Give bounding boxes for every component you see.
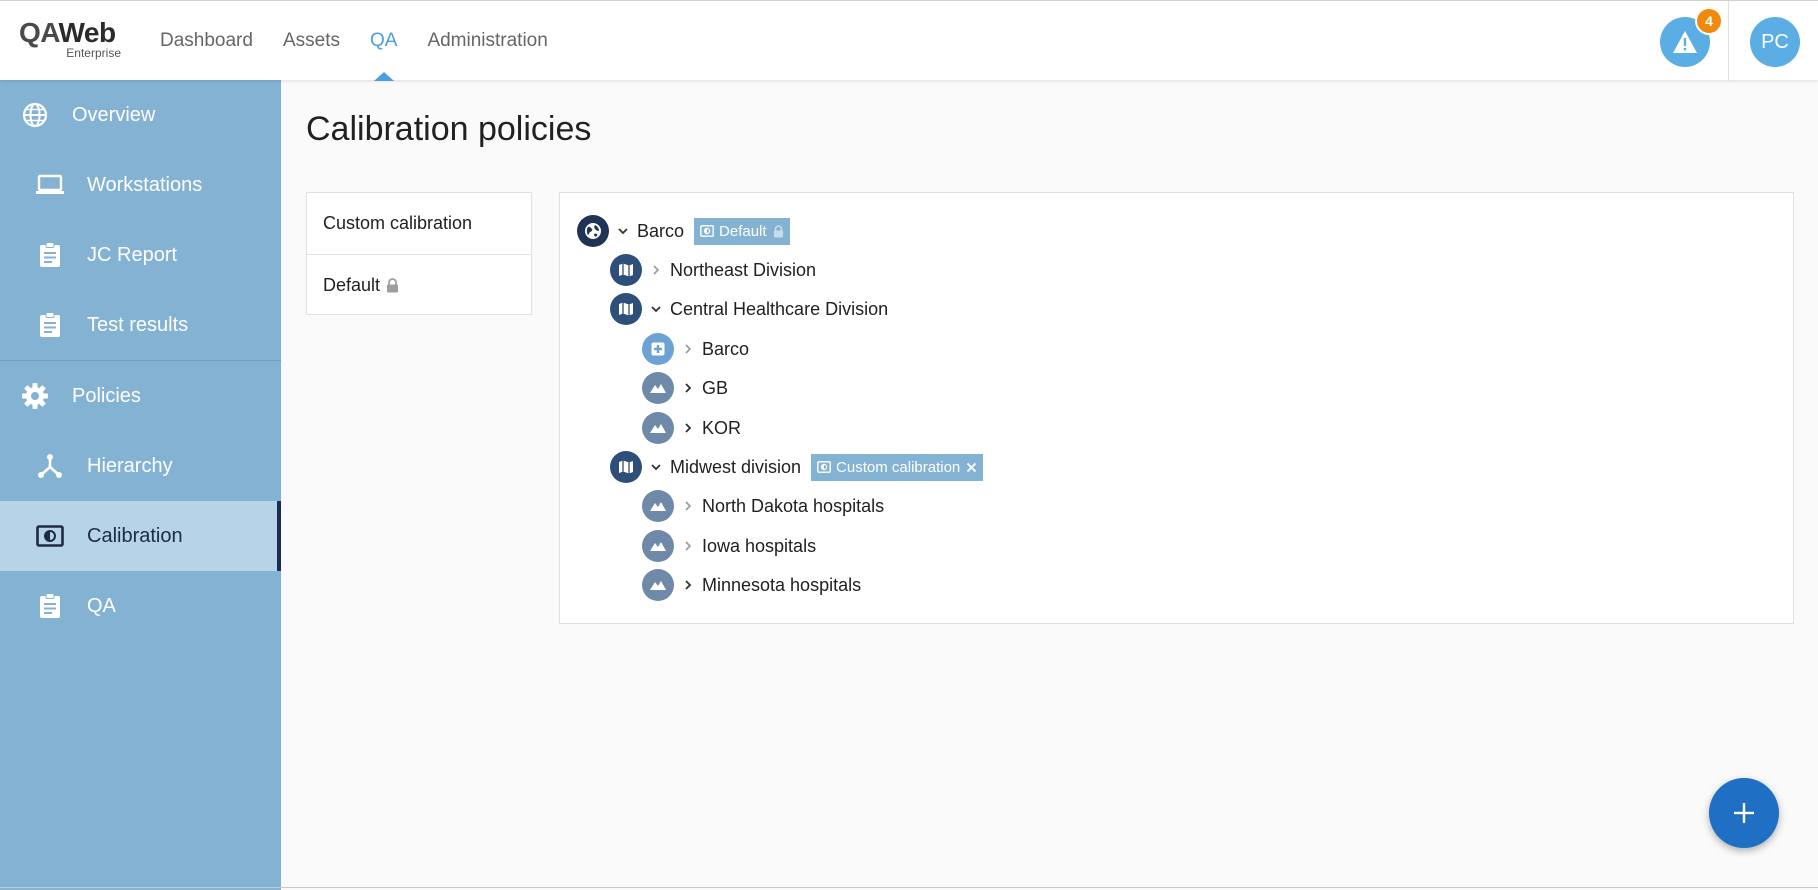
logo-wordmark: QAWeb <box>19 17 116 48</box>
sidebar-item-qa[interactable]: QA <box>0 571 281 641</box>
sidebar-item-label: JC Report <box>87 243 178 266</box>
calibration-icon <box>700 225 714 237</box>
landscape-icon <box>642 412 674 444</box>
nav-assets[interactable]: Assets <box>283 1 340 81</box>
tree-node-label: Midwest division <box>670 456 802 477</box>
sidebar-item-label: Hierarchy <box>87 454 173 477</box>
sidebar-item-label: Overview <box>72 103 156 126</box>
landscape-icon <box>642 490 674 522</box>
tree-node-label: GB <box>702 377 729 398</box>
calibration-icon <box>817 461 831 473</box>
logo-subtitle: Enterprise <box>66 46 121 60</box>
sidebar-item-hierarchy[interactable]: Hierarchy <box>0 431 281 501</box>
tree-node-iowa-hospitals: Iowa hospitals <box>642 530 816 562</box>
warning-icon <box>1673 31 1697 53</box>
landscape-icon <box>642 569 674 601</box>
nav-dashboard[interactable]: Dashboard <box>160 1 253 81</box>
policy-tag-default[interactable]: Default <box>694 217 790 245</box>
calibration-icon <box>35 521 65 551</box>
gear-icon <box>20 381 50 411</box>
tree-node-label: Minnesota hospitals <box>702 574 862 595</box>
map-icon <box>610 451 642 483</box>
map-icon <box>610 293 642 325</box>
user-avatar[interactable]: PC <box>1750 17 1800 67</box>
tree-node-label: Barco <box>637 220 685 241</box>
nav-qa[interactable]: QA <box>370 1 397 81</box>
chevron-down-icon[interactable] <box>648 459 664 475</box>
globe-icon <box>20 100 50 130</box>
chevron-right-icon[interactable] <box>680 380 696 396</box>
sidebar-item-label: Policies <box>72 384 141 407</box>
sidebar-item-policies[interactable]: Policies <box>0 361 281 431</box>
tree-node-label: KOR <box>702 417 742 438</box>
chevron-right-icon[interactable] <box>680 498 696 514</box>
policy-tag-custom-calibration[interactable]: Custom calibration <box>811 453 984 481</box>
plus-icon <box>1734 803 1754 823</box>
landscape-icon <box>642 530 674 562</box>
nav-administration[interactable]: Administration <box>427 1 547 81</box>
clipboard-icon <box>35 591 65 621</box>
tree-node-barco-root: Barco Default <box>577 215 790 247</box>
sidebar-item-calibration[interactable]: Calibration <box>0 501 281 571</box>
chevron-right-icon[interactable] <box>648 262 664 278</box>
sidebar-item-label: QA <box>87 594 116 617</box>
tree-node-central-healthcare-division: Central Healthcare Division <box>610 293 888 325</box>
sidebar-item-overview[interactable]: Overview <box>0 80 281 150</box>
policy-item-default[interactable]: Default <box>307 254 531 315</box>
hospital-icon <box>642 333 674 365</box>
tree-node-midwest-division: Midwest division Custom calibration <box>610 451 984 483</box>
chevron-right-icon[interactable] <box>680 577 696 593</box>
policy-label: Custom calibration <box>323 213 473 233</box>
clipboard-icon <box>35 240 65 270</box>
chevron-down-icon[interactable] <box>648 301 664 317</box>
laptop-icon <box>35 170 65 200</box>
sidebar-item-workstations[interactable]: Workstations <box>0 150 281 220</box>
alert-count-badge: 4 <box>1695 7 1723 35</box>
page-title: Calibration policies <box>306 110 592 148</box>
app-logo[interactable]: QAWeb Enterprise <box>19 19 129 64</box>
close-icon[interactable] <box>966 462 977 473</box>
map-icon <box>610 254 642 286</box>
tree-node-kor: KOR <box>642 412 741 444</box>
add-button[interactable] <box>1709 778 1779 848</box>
policy-label: Default <box>323 274 381 295</box>
chevron-right-icon[interactable] <box>680 538 696 554</box>
chevron-right-icon[interactable] <box>680 341 696 357</box>
clipboard-icon <box>35 310 65 340</box>
landscape-icon <box>642 372 674 404</box>
tree-node-label: Iowa hospitals <box>702 535 817 556</box>
tree-node-minnesota-hospitals: Minnesota hospitals <box>642 569 861 601</box>
sidebar-item-label: Workstations <box>87 173 203 196</box>
lock-icon <box>773 224 784 238</box>
sidebar: Overview Workstations JC Report Test res… <box>0 80 281 890</box>
window-bottom-border <box>0 887 1818 888</box>
tree-node-label: Barco <box>702 338 750 359</box>
tree-node-label: North Dakota hospitals <box>702 495 885 516</box>
sidebar-item-jc-report[interactable]: JC Report <box>0 220 281 290</box>
sidebar-item-label: Test results <box>87 313 189 336</box>
tree-node-label: Central Healthcare Division <box>670 298 889 319</box>
header-divider <box>1728 1 1729 81</box>
tree-node-northeast-division: Northeast Division <box>610 254 816 286</box>
tree-node-gb: GB <box>642 372 728 404</box>
hierarchy-icon <box>35 451 65 481</box>
policy-item-custom-calibration[interactable]: Custom calibration <box>307 193 531 254</box>
top-bar: QAWeb Enterprise Dashboard Assets QA Adm… <box>0 0 1818 81</box>
chevron-down-icon[interactable] <box>615 223 631 239</box>
sidebar-item-label: Calibration <box>87 524 183 547</box>
hierarchy-tree: Barco Default Northeast Division Central… <box>559 192 1794 624</box>
main-nav: Dashboard Assets QA Administration <box>160 1 578 81</box>
policy-list: Custom calibration Default <box>306 192 532 315</box>
tree-node-barco-hospital: Barco <box>642 333 749 365</box>
tag-label: Default <box>719 222 767 240</box>
tree-node-label: Northeast Division <box>670 259 817 280</box>
tree-node-north-dakota-hospitals: North Dakota hospitals <box>642 490 884 522</box>
globe-icon <box>577 215 609 247</box>
chevron-right-icon[interactable] <box>680 420 696 436</box>
lock-icon <box>386 277 399 293</box>
tag-label: Custom calibration <box>836 458 961 476</box>
sidebar-item-test-results[interactable]: Test results <box>0 290 281 360</box>
